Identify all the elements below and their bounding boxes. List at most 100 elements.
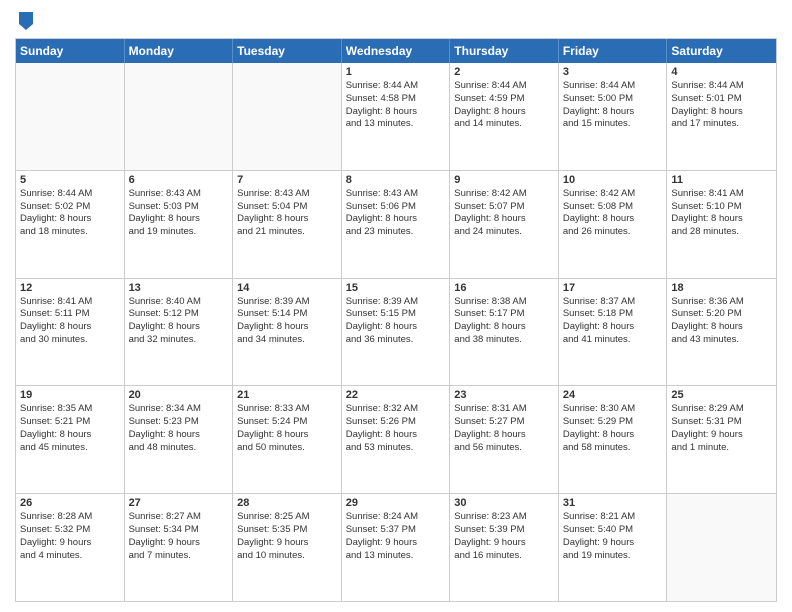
cell-line-3: and 43 minutes. <box>671 334 772 347</box>
cell-line-1: Sunset: 5:03 PM <box>129 201 229 214</box>
cell-line-2: Daylight: 9 hours <box>129 537 229 550</box>
day-cell-13: 13Sunrise: 8:40 AMSunset: 5:12 PMDayligh… <box>125 279 234 386</box>
cell-line-3: and 28 minutes. <box>671 226 772 239</box>
calendar: SundayMondayTuesdayWednesdayThursdayFrid… <box>15 38 777 602</box>
cell-line-3: and 19 minutes. <box>563 550 663 563</box>
cell-line-1: Sunset: 5:12 PM <box>129 308 229 321</box>
cell-line-0: Sunrise: 8:34 AM <box>129 403 229 416</box>
day-cell-20: 20Sunrise: 8:34 AMSunset: 5:23 PMDayligh… <box>125 386 234 493</box>
cell-line-1: Sunset: 5:00 PM <box>563 93 663 106</box>
logo <box>15 10 35 30</box>
cell-line-1: Sunset: 4:58 PM <box>346 93 446 106</box>
day-number: 4 <box>671 66 772 78</box>
cell-line-3: and 15 minutes. <box>563 118 663 131</box>
cell-line-3: and 18 minutes. <box>20 226 120 239</box>
cell-line-0: Sunrise: 8:28 AM <box>20 511 120 524</box>
cell-line-1: Sunset: 5:24 PM <box>237 416 337 429</box>
cell-line-3: and 58 minutes. <box>563 442 663 455</box>
day-cell-empty-0-1 <box>125 63 234 170</box>
cell-line-2: Daylight: 9 hours <box>671 429 772 442</box>
cell-line-1: Sunset: 5:34 PM <box>129 524 229 537</box>
day-number: 9 <box>454 174 554 186</box>
cell-line-2: Daylight: 8 hours <box>346 321 446 334</box>
day-cell-empty-4-6 <box>667 494 776 601</box>
day-number: 1 <box>346 66 446 78</box>
page: SundayMondayTuesdayWednesdayThursdayFrid… <box>0 0 792 612</box>
cell-line-2: Daylight: 8 hours <box>346 106 446 119</box>
day-number: 26 <box>20 497 120 509</box>
cell-line-1: Sunset: 5:17 PM <box>454 308 554 321</box>
day-number: 21 <box>237 389 337 401</box>
cell-line-3: and 7 minutes. <box>129 550 229 563</box>
calendar-row-4: 26Sunrise: 8:28 AMSunset: 5:32 PMDayligh… <box>16 493 776 601</box>
header-day-saturday: Saturday <box>667 39 776 63</box>
cell-line-2: Daylight: 8 hours <box>237 213 337 226</box>
cell-line-3: and 50 minutes. <box>237 442 337 455</box>
day-cell-27: 27Sunrise: 8:27 AMSunset: 5:34 PMDayligh… <box>125 494 234 601</box>
cell-line-1: Sunset: 5:01 PM <box>671 93 772 106</box>
cell-line-3: and 41 minutes. <box>563 334 663 347</box>
cell-line-0: Sunrise: 8:44 AM <box>346 80 446 93</box>
cell-line-3: and 1 minute. <box>671 442 772 455</box>
cell-line-3: and 23 minutes. <box>346 226 446 239</box>
calendar-row-0: 1Sunrise: 8:44 AMSunset: 4:58 PMDaylight… <box>16 63 776 170</box>
calendar-body: 1Sunrise: 8:44 AMSunset: 4:58 PMDaylight… <box>16 63 776 601</box>
cell-line-2: Daylight: 9 hours <box>20 537 120 550</box>
cell-line-0: Sunrise: 8:36 AM <box>671 296 772 309</box>
cell-line-0: Sunrise: 8:44 AM <box>454 80 554 93</box>
cell-line-0: Sunrise: 8:38 AM <box>454 296 554 309</box>
day-number: 19 <box>20 389 120 401</box>
day-number: 25 <box>671 389 772 401</box>
cell-line-2: Daylight: 8 hours <box>20 429 120 442</box>
cell-line-3: and 24 minutes. <box>454 226 554 239</box>
cell-line-3: and 45 minutes. <box>20 442 120 455</box>
day-number: 12 <box>20 282 120 294</box>
cell-line-0: Sunrise: 8:27 AM <box>129 511 229 524</box>
cell-line-0: Sunrise: 8:43 AM <box>129 188 229 201</box>
cell-line-0: Sunrise: 8:44 AM <box>671 80 772 93</box>
cell-line-1: Sunset: 5:35 PM <box>237 524 337 537</box>
day-cell-19: 19Sunrise: 8:35 AMSunset: 5:21 PMDayligh… <box>16 386 125 493</box>
cell-line-1: Sunset: 5:08 PM <box>563 201 663 214</box>
day-cell-21: 21Sunrise: 8:33 AMSunset: 5:24 PMDayligh… <box>233 386 342 493</box>
cell-line-1: Sunset: 5:02 PM <box>20 201 120 214</box>
day-number: 3 <box>563 66 663 78</box>
day-cell-1: 1 Sunrise: 8:44 AMSunset: 4:58 PMDaylight… <box>342 63 451 170</box>
cell-line-3: and 34 minutes. <box>237 334 337 347</box>
logo-icon <box>17 10 35 30</box>
cell-line-1: Sunset: 5:29 PM <box>563 416 663 429</box>
cell-line-0: Sunrise: 8:44 AM <box>563 80 663 93</box>
day-cell-15: 15Sunrise: 8:39 AMSunset: 5:15 PMDayligh… <box>342 279 451 386</box>
cell-line-1: Sunset: 5:32 PM <box>20 524 120 537</box>
cell-line-2: Daylight: 8 hours <box>346 213 446 226</box>
day-cell-24: 24Sunrise: 8:30 AMSunset: 5:29 PMDayligh… <box>559 386 668 493</box>
day-cell-7: 7Sunrise: 8:43 AMSunset: 5:04 PMDaylight… <box>233 171 342 278</box>
cell-line-3: and 19 minutes. <box>129 226 229 239</box>
cell-line-1: Sunset: 5:06 PM <box>346 201 446 214</box>
cell-line-0: Sunrise: 8:30 AM <box>563 403 663 416</box>
day-cell-empty-0-2 <box>233 63 342 170</box>
cell-line-3: and 48 minutes. <box>129 442 229 455</box>
day-cell-28: 28Sunrise: 8:25 AMSunset: 5:35 PMDayligh… <box>233 494 342 601</box>
cell-line-2: Daylight: 8 hours <box>563 321 663 334</box>
day-number: 20 <box>129 389 229 401</box>
cell-line-3: and 17 minutes. <box>671 118 772 131</box>
cell-line-0: Sunrise: 8:32 AM <box>346 403 446 416</box>
cell-line-0: Sunrise: 8:44 AM <box>20 188 120 201</box>
day-cell-5: 5Sunrise: 8:44 AMSunset: 5:02 PMDaylight… <box>16 171 125 278</box>
cell-line-1: Sunset: 5:31 PM <box>671 416 772 429</box>
day-number: 8 <box>346 174 446 186</box>
day-number: 28 <box>237 497 337 509</box>
cell-line-2: Daylight: 8 hours <box>129 213 229 226</box>
day-cell-2: 2Sunrise: 8:44 AMSunset: 4:59 PMDaylight… <box>450 63 559 170</box>
header-day-friday: Friday <box>559 39 668 63</box>
cell-line-0: Sunrise: 8:41 AM <box>671 188 772 201</box>
cell-line-0: Sunrise: 8:29 AM <box>671 403 772 416</box>
cell-line-1: Sunset: 5:10 PM <box>671 201 772 214</box>
cell-line-2: Daylight: 8 hours <box>454 106 554 119</box>
cell-line-2: Daylight: 8 hours <box>671 213 772 226</box>
cell-line-1: Sunset: 5:07 PM <box>454 201 554 214</box>
day-cell-11: 11Sunrise: 8:41 AMSunset: 5:10 PMDayligh… <box>667 171 776 278</box>
cell-line-0: Sunrise: 8:42 AM <box>454 188 554 201</box>
header-day-monday: Monday <box>125 39 234 63</box>
